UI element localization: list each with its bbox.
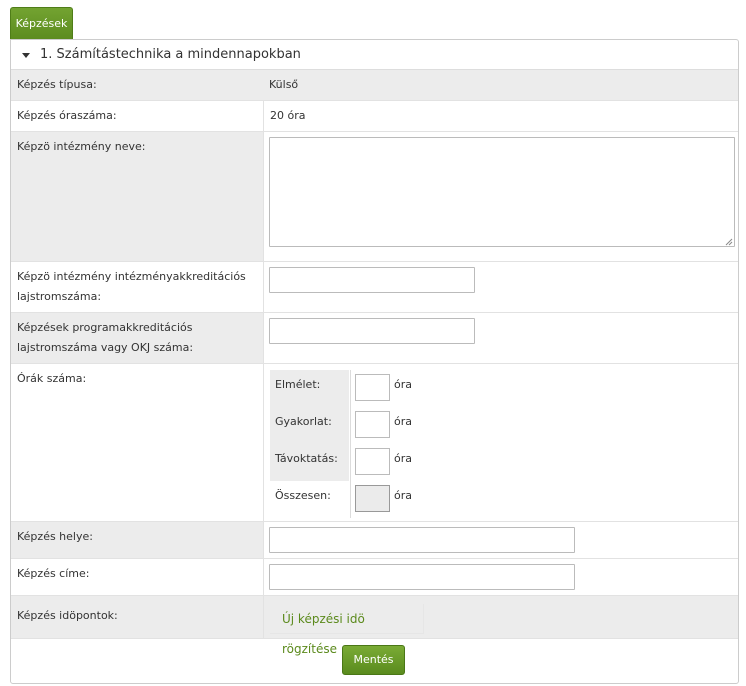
label-tipus: Képzés típusa: xyxy=(17,78,97,91)
add-training-date-button[interactable]: Új képzési idö rögzítése xyxy=(270,604,424,656)
cell-helye xyxy=(263,522,738,558)
value-oraszam: 20 óra xyxy=(270,109,306,122)
cell-tipus: Külső xyxy=(263,70,738,100)
cell-akkreditacio xyxy=(263,262,738,312)
hours-label: Elmélet: xyxy=(270,370,349,407)
label-cime: Képzés címe: xyxy=(17,567,90,580)
hours-divider xyxy=(350,407,351,444)
cell-intezmeny-neve xyxy=(263,132,738,261)
caret-down-icon[interactable] xyxy=(22,53,30,58)
cell-idopontok: Új képzési idö rögzítése xyxy=(263,596,738,656)
section-header[interactable]: 1. Számítástechnika a mindennapokban xyxy=(11,40,738,70)
tavoktatas-input[interactable] xyxy=(355,448,390,475)
cell-oraszam: 20 óra xyxy=(263,101,738,131)
label-helye: Képzés helye: xyxy=(17,530,93,543)
hours-row-gyakorlat: Gyakorlat: óra xyxy=(270,407,420,444)
helye-input[interactable] xyxy=(269,527,575,553)
cime-input[interactable] xyxy=(269,564,575,590)
hours-unit: óra xyxy=(394,489,412,502)
osszesen-input xyxy=(355,485,390,512)
hours-divider xyxy=(350,481,351,518)
label-akkreditacio: Képzö intézmény intézményakkreditációs l… xyxy=(17,270,246,303)
hours-label: Gyakorlat: xyxy=(270,407,349,444)
hours-row-osszesen: Összesen: óra xyxy=(270,481,420,518)
row-idopontok: Képzés idöpontok: Új képzési idö rögzíté… xyxy=(11,596,738,656)
hours-unit: óra xyxy=(394,452,412,465)
save-button[interactable]: Mentés xyxy=(342,645,405,675)
hours-label: Távoktatás: xyxy=(270,444,349,481)
cell-orak: Elmélet: óra Gyakorlat: óra Távoktatás: … xyxy=(263,364,738,521)
label-intezmeny-neve: Képzö intézmény neve: xyxy=(17,140,146,153)
cell-cime xyxy=(263,559,738,595)
cell-program xyxy=(263,313,738,363)
row-program: Képzések programakkreditációs lajstromsz… xyxy=(11,313,738,364)
row-tipus: Képzés típusa: Külső xyxy=(11,70,738,101)
hours-row-elmelet: Elmélet: óra xyxy=(270,370,420,407)
label-idopontok: Képzés idöpontok: xyxy=(17,609,118,622)
row-helye: Képzés helye: xyxy=(11,522,738,559)
program-input[interactable] xyxy=(269,318,475,344)
row-cime: Képzés címe: xyxy=(11,559,738,596)
value-tipus: Külső xyxy=(269,78,299,91)
hours-unit: óra xyxy=(394,378,412,391)
tab-kepzesek[interactable]: Képzések xyxy=(10,7,73,39)
intezmeny-neve-textarea[interactable] xyxy=(269,137,735,247)
elmelet-input[interactable] xyxy=(355,374,390,401)
hours-divider xyxy=(350,370,351,407)
label-oraszam: Képzés óraszáma: xyxy=(17,109,117,122)
resize-handle-icon[interactable] xyxy=(725,238,733,246)
section-title: 1. Számítástechnika a mindennapokban xyxy=(40,47,301,62)
hours-unit: óra xyxy=(394,415,412,428)
row-intezmeny-neve: Képzö intézmény neve: xyxy=(11,132,738,262)
gyakorlat-input[interactable] xyxy=(355,411,390,438)
hours-divider xyxy=(350,444,351,481)
training-panel: 1. Számítástechnika a mindennapokban Kép… xyxy=(10,39,739,684)
hours-label: Összesen: xyxy=(270,481,349,518)
hours-row-tavoktatas: Távoktatás: óra xyxy=(270,444,420,481)
row-oraszam: Képzés óraszáma: 20 óra xyxy=(11,101,738,132)
row-orak: Órák száma: Elmélet: óra Gyakorlat: óra … xyxy=(11,364,738,522)
label-orak: Órák száma: xyxy=(17,372,87,385)
label-program: Képzések programakkreditációs lajstromsz… xyxy=(17,321,194,354)
akkreditacio-input[interactable] xyxy=(269,267,475,293)
row-akkreditacio: Képzö intézmény intézményakkreditációs l… xyxy=(11,262,738,313)
